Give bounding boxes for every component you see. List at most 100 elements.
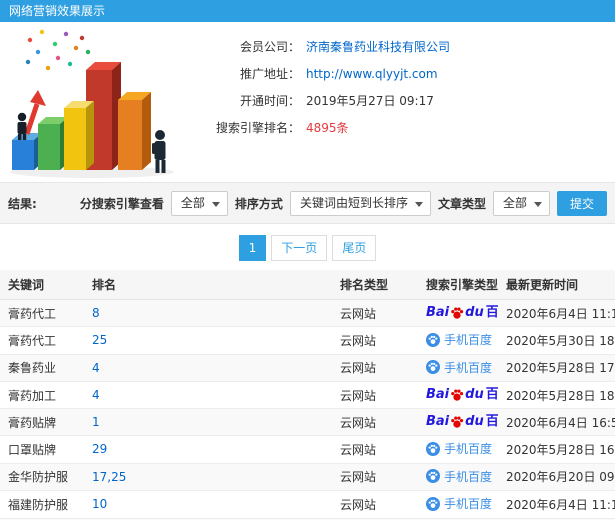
- info-row: 推广地址： http://www.qlyyjt.com: [188, 65, 615, 83]
- mobile-baidu: 手机百度: [426, 495, 492, 512]
- info-list: 会员公司： 济南秦鲁药业科技有限公司 推广地址： http://www.qlyy…: [188, 22, 615, 182]
- table-header-row: 关键词 排名 排名类型 搜索引擎类型 最新更新时间: [0, 270, 615, 300]
- update-time-cell: 2020年6月4日 16:55: [498, 408, 615, 436]
- keyword-cell: 膏药贴牌: [0, 408, 84, 436]
- info-row: 开通时间： 2019年5月27日 09:17: [188, 92, 615, 110]
- update-time-cell: 2020年5月28日 17:02: [498, 354, 615, 382]
- engine-cell: 手机百度: [418, 490, 498, 519]
- member-company-link[interactable]: 济南秦鲁药业科技有限公司: [306, 38, 450, 56]
- confetti-dots: [25, 29, 91, 71]
- rank-link[interactable]: 29: [92, 442, 107, 456]
- rank-cell: 8: [84, 299, 332, 327]
- mobile-baidu-icon: [426, 332, 440, 347]
- rank-link[interactable]: 4: [92, 361, 100, 375]
- col-update-time: 最新更新时间: [498, 270, 615, 300]
- rank-cell: 1: [84, 408, 332, 436]
- paw-icon: [451, 389, 464, 401]
- rank-type-cell: 云网站: [332, 490, 418, 519]
- mobile-baidu-icon: [426, 441, 440, 456]
- paw-icon: [451, 416, 464, 428]
- baidu-logo: Baidu百度: [426, 387, 498, 402]
- results-table-body: 膏药代工8云网站Baidu百度2020年6月4日 11:15膏药代工25云网站手…: [0, 299, 615, 520]
- sort-filter-select[interactable]: 关键词由短到长排序: [289, 190, 431, 216]
- keyword-cell: 口罩贴牌: [0, 435, 84, 464]
- filter-controls: 分搜索引擎查看 全部 排序方式 关键词由短到长排序 文章类型 全部 提交: [79, 190, 607, 216]
- engine-cell: Baidu百度: [418, 381, 498, 409]
- mobile-baidu-label: 手机百度: [444, 333, 493, 347]
- rank-cell: 25: [84, 326, 332, 355]
- chevron-down-icon: [533, 201, 542, 207]
- update-time-cell: 2020年5月30日 18:06: [498, 326, 615, 355]
- table-row: 膏药代工 25 云网站 手机百度 2020年5月30日 18:06: [0, 326, 615, 355]
- col-rank: 排名: [84, 270, 332, 300]
- engine-cell: 手机百度: [418, 435, 498, 464]
- sort-filter-value: 关键词由短到长排序: [299, 195, 408, 210]
- article-type-filter-select[interactable]: 全部: [492, 190, 550, 216]
- table-row: 秦鲁药业 4 云网站 手机百度 2020年5月28日 17:02: [0, 354, 615, 382]
- update-time-cell: 2020年6月4日 11:10: [498, 490, 615, 519]
- table-row: 膏药代工 8 云网站 Baidu百度2020年6月4日 11:15: [0, 299, 615, 327]
- bars-back: [86, 62, 151, 170]
- rank-link[interactable]: 17,25: [92, 470, 126, 484]
- update-time-cell: 2020年5月28日 18:03: [498, 381, 615, 409]
- page-button-current[interactable]: 1: [238, 235, 267, 261]
- keyword-cell: 膏药代工: [0, 326, 84, 355]
- rank-cell: 17,25: [84, 463, 332, 491]
- keyword-cell: 膏药代工: [0, 299, 84, 327]
- keyword-cell: 秦鲁药业: [0, 354, 84, 382]
- rank-link[interactable]: 4: [92, 388, 100, 402]
- bar-chart-illustration: [0, 22, 188, 180]
- keyword-cell: 福建防护服: [0, 490, 84, 519]
- rank-cell: 29: [84, 435, 332, 464]
- rank-link[interactable]: 25: [92, 333, 107, 347]
- info-section: 会员公司： 济南秦鲁药业科技有限公司 推广地址： http://www.qlyy…: [0, 22, 615, 182]
- chevron-down-icon: [211, 201, 220, 207]
- mobile-baidu-label: 手机百度: [444, 360, 493, 375]
- engine-rank-label: 搜索引擎排名：: [215, 121, 300, 135]
- update-time-cell: 2020年5月28日 16:55: [498, 435, 615, 464]
- rank-link[interactable]: 1: [92, 415, 100, 429]
- engine-cell: Baidu百度: [418, 408, 498, 436]
- engine-cell: 手机百度: [418, 463, 498, 491]
- promo-url-link[interactable]: http://www.qlyyjt.com: [306, 65, 438, 83]
- mobile-baidu: 手机百度: [426, 440, 492, 457]
- result-label: 结果:: [8, 196, 37, 211]
- engine-cell: 手机百度: [418, 354, 498, 382]
- mobile-baidu-icon: [426, 360, 440, 374]
- table-row: 口罩贴牌 29 云网站 手机百度 2020年5月28日 16:55: [0, 435, 615, 464]
- col-engine-type: 搜索引擎类型: [418, 270, 498, 300]
- engine-cell: 手机百度: [418, 326, 498, 355]
- rank-link[interactable]: 10: [92, 497, 107, 511]
- baidu-logo: Baidu百度: [426, 414, 498, 429]
- engine-filter-select[interactable]: 全部: [170, 190, 228, 216]
- mobile-baidu: 手机百度: [426, 468, 492, 485]
- mobile-baidu-icon: [426, 496, 440, 511]
- open-time-label: 开通时间：: [239, 94, 300, 108]
- filter-bar: 结果: 分搜索引擎查看 全部 排序方式 关键词由短到长排序 文章类型 全部 提交: [0, 182, 615, 224]
- last-page-button[interactable]: 尾页: [332, 235, 377, 261]
- engine-filter-label: 分搜索引擎查看: [79, 196, 164, 211]
- article-type-filter-value: 全部: [502, 195, 527, 210]
- baidu-logo: Baidu百度: [426, 305, 498, 320]
- rank-cell: 4: [84, 354, 332, 382]
- rank-type-cell: 云网站: [332, 354, 418, 382]
- rank-type-cell: 云网站: [332, 435, 418, 464]
- submit-button[interactable]: 提交: [556, 190, 607, 216]
- member-company-label: 会员公司：: [239, 40, 300, 54]
- businessman-right: [152, 130, 166, 173]
- rank-link[interactable]: 8: [92, 306, 100, 320]
- mobile-baidu: 手机百度: [426, 359, 492, 376]
- keyword-cell: 膏药加工: [0, 381, 84, 409]
- update-time-cell: 2020年6月20日 09:25: [498, 463, 615, 491]
- mobile-baidu: 手机百度: [426, 331, 492, 348]
- mobile-baidu-label: 手机百度: [444, 469, 493, 484]
- next-page-button[interactable]: 下一页: [271, 235, 328, 261]
- keyword-cell: 金华防护服: [0, 463, 84, 491]
- paw-icon: [451, 307, 464, 319]
- sort-filter-label: 排序方式: [234, 196, 283, 211]
- table-row: 金华防护服 17,25 云网站 手机百度 2020年6月20日 09:25: [0, 463, 615, 491]
- engine-cell: Baidu百度: [418, 299, 498, 327]
- col-rank-type: 排名类型: [332, 270, 418, 300]
- col-keyword: 关键词: [0, 270, 84, 300]
- rank-type-cell: 云网站: [332, 381, 418, 409]
